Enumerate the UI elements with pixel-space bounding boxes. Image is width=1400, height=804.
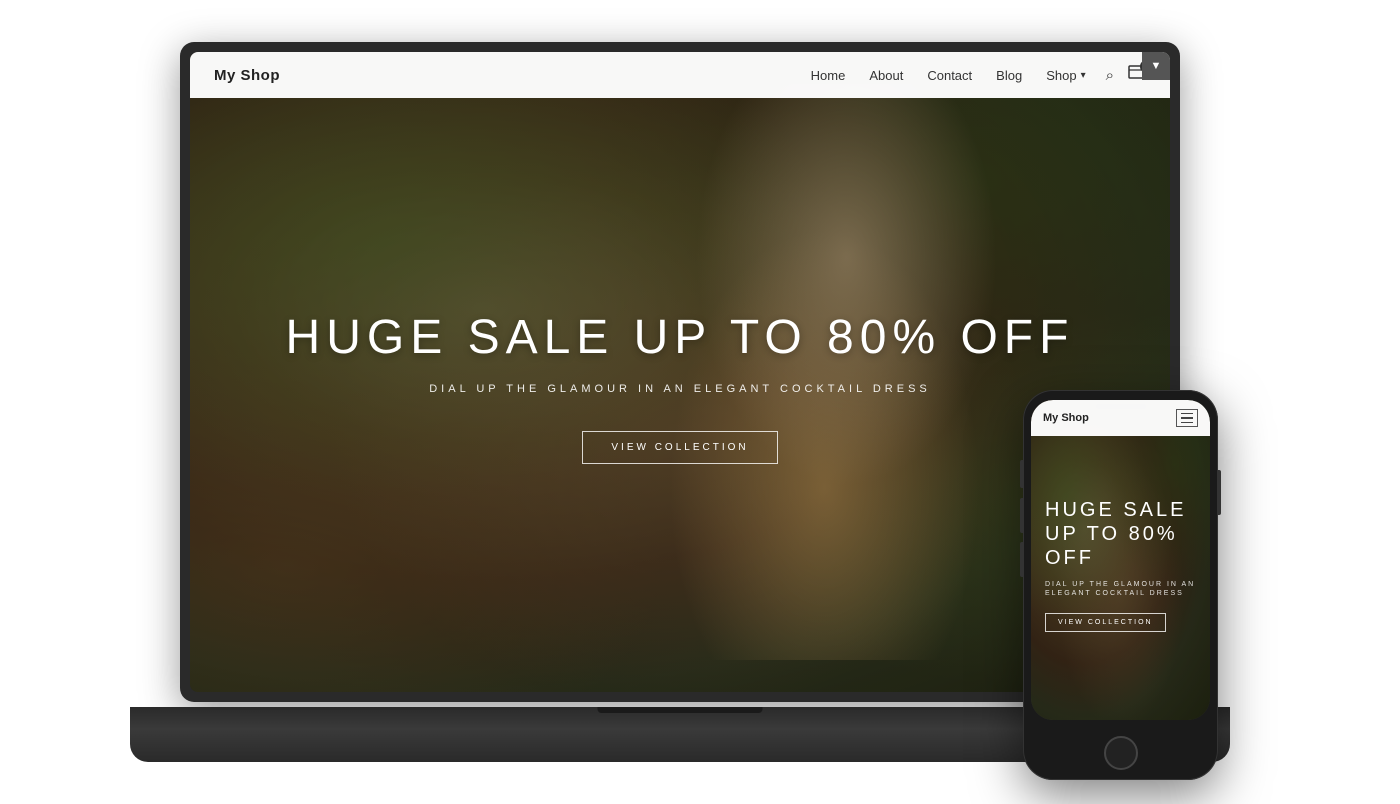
phone-volume-down-button bbox=[1020, 542, 1023, 577]
phone-volume-up-button bbox=[1020, 498, 1023, 533]
phone-device: My Shop HUGE SALE UP TO 80% OFF DIAL UP … bbox=[1023, 390, 1218, 780]
phone-hero-content: HUGE SALE UP TO 80% OFF DIAL UP THE GLAM… bbox=[1031, 400, 1210, 720]
search-icon[interactable]: ⌕ bbox=[1106, 67, 1114, 84]
hamburger-line-2 bbox=[1181, 417, 1193, 419]
laptop-view-collection-button[interactable]: VIEW COLLECTION bbox=[582, 431, 777, 464]
phone-mute-button bbox=[1020, 460, 1023, 488]
phone-outer: My Shop HUGE SALE UP TO 80% OFF DIAL UP … bbox=[1023, 390, 1218, 780]
nav-shop-link[interactable]: Shop ▾ bbox=[1046, 68, 1085, 83]
nav-contact-link[interactable]: Contact bbox=[927, 68, 972, 83]
phone-hero-title: HUGE SALE UP TO 80% OFF bbox=[1045, 498, 1196, 570]
phone-hero-subtitle: DIAL UP THE GLAMOUR IN AN ELEGANT COCKTA… bbox=[1045, 580, 1196, 600]
phone-navbar: My Shop bbox=[1031, 400, 1210, 436]
nav-home-link[interactable]: Home bbox=[811, 68, 846, 83]
laptop-logo: My Shop bbox=[214, 67, 280, 84]
hamburger-line-3 bbox=[1181, 422, 1193, 424]
laptop-navbar: My Shop Home About Contact Blog Shop ▾ bbox=[190, 52, 1170, 98]
nav-about-link[interactable]: About bbox=[869, 68, 903, 83]
phone-screen: My Shop HUGE SALE UP TO 80% OFF DIAL UP … bbox=[1031, 400, 1210, 720]
phone-home-button[interactable] bbox=[1104, 736, 1138, 770]
chevron-down-icon: ▾ bbox=[1081, 70, 1086, 81]
phone-logo: My Shop bbox=[1043, 412, 1089, 424]
laptop-hero-subtitle: DIAL UP THE GLAMOUR IN AN ELEGANT COCKTA… bbox=[429, 383, 931, 395]
corner-expand-icon[interactable]: ▼ bbox=[1142, 52, 1170, 80]
scene: ▼ My Shop Home About Contact Blog Shop bbox=[0, 0, 1400, 804]
laptop-nav-links: Home About Contact Blog Shop ▾ bbox=[811, 68, 1086, 83]
phone-power-button bbox=[1218, 470, 1221, 515]
laptop-nav-icons: ⌕ 0 bbox=[1106, 65, 1146, 85]
nav-blog-link[interactable]: Blog bbox=[996, 68, 1022, 83]
phone-view-collection-button[interactable]: VIEW COLLECTION bbox=[1045, 613, 1166, 632]
hamburger-line-1 bbox=[1181, 413, 1193, 415]
laptop-hero-title: HUGE SALE UP TO 80% OFF bbox=[286, 310, 1075, 365]
hamburger-menu-button[interactable] bbox=[1176, 409, 1198, 427]
